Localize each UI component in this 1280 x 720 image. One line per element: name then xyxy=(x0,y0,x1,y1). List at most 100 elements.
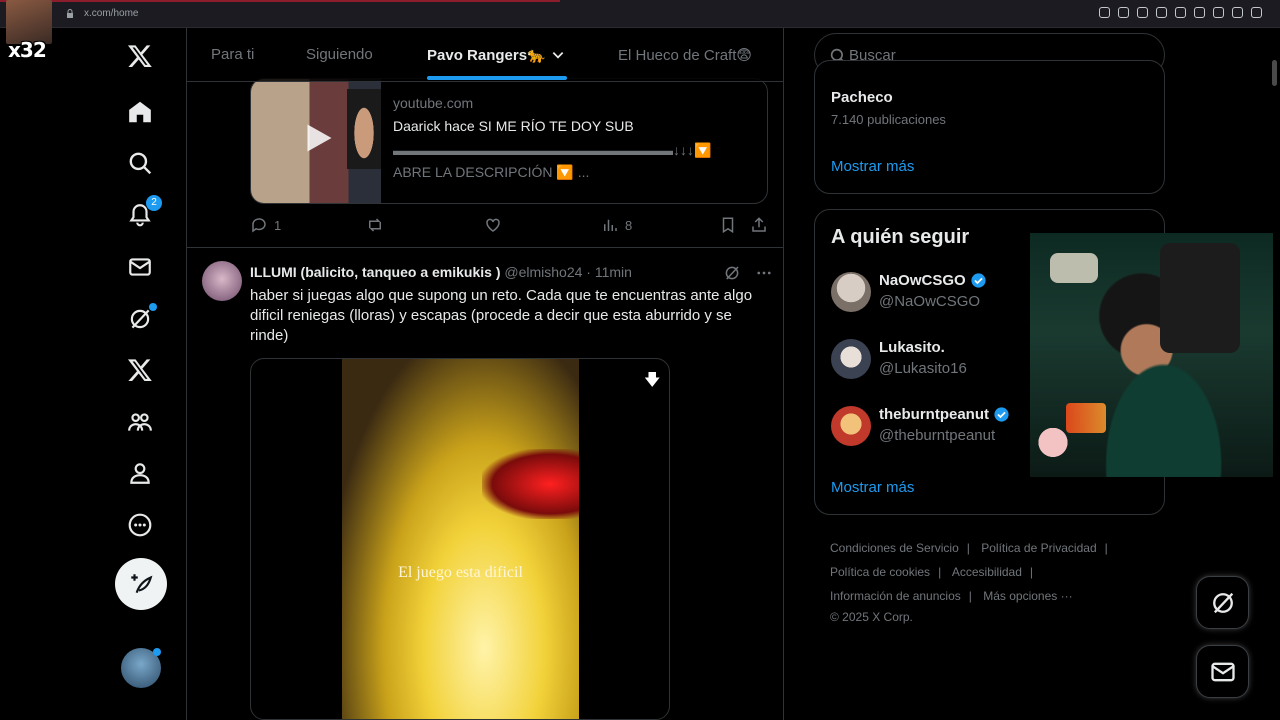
messages-envelope-icon xyxy=(1210,662,1235,681)
user-handle: @Lukasito16 xyxy=(879,360,967,377)
share-icon xyxy=(752,217,766,232)
verified-badge-icon xyxy=(971,273,986,288)
home-icon[interactable] xyxy=(126,98,154,126)
extensions-icon[interactable] xyxy=(1213,7,1224,18)
heart-icon[interactable] xyxy=(1194,7,1205,18)
shield-icon[interactable] xyxy=(1156,7,1167,18)
page-scrollbar[interactable] xyxy=(1272,60,1277,86)
bookmark-button[interactable] xyxy=(719,216,737,234)
active-tab-indicator xyxy=(427,76,567,80)
webcam-chair xyxy=(1160,243,1240,353)
user-avatar[interactable] xyxy=(831,406,871,446)
lock-icon xyxy=(67,9,73,18)
card-title: Daarick hace SI ME RÍO TE DOY SUB xyxy=(393,118,634,134)
user-name-text: Lukasito. xyxy=(879,339,945,356)
account-indicator-dot xyxy=(153,648,161,656)
user-name-text: theburntpeanut xyxy=(879,406,989,423)
tab-el-hueco-de-craft[interactable]: El Hueco de Craft😨 xyxy=(618,46,752,64)
messages-envelope-icon[interactable] xyxy=(126,253,154,281)
user-name-text: NaOwCSGO xyxy=(879,272,966,289)
bookmark-icon[interactable] xyxy=(1137,7,1148,18)
zoom-icon[interactable] xyxy=(1099,7,1110,18)
reply-button[interactable]: 1 xyxy=(250,216,281,234)
webcam-sticker xyxy=(1038,428,1068,464)
post-actions: 1 8 xyxy=(250,216,768,236)
timeline-tabs: Para ti Siguiendo Pavo Rangers🐆 El Hueco… xyxy=(187,28,783,82)
verified-badge-icon xyxy=(994,407,1009,422)
menu-icon[interactable] xyxy=(1251,7,1262,18)
download-icon[interactable] xyxy=(1232,7,1243,18)
post-header: ILLUMI (balicito, tanqueo a emikukis ) @… xyxy=(250,264,632,280)
like-button[interactable] xyxy=(484,216,502,234)
author-avatar[interactable] xyxy=(202,261,242,301)
post-header-actions xyxy=(723,264,773,282)
post-text: haber si juegas algo que supong un reto.… xyxy=(250,287,753,344)
grok-indicator-dot xyxy=(149,303,157,311)
explore-search-icon[interactable] xyxy=(126,149,154,177)
user-avatar[interactable] xyxy=(831,272,871,312)
profile-icon[interactable] xyxy=(126,459,154,487)
views-chart-icon xyxy=(604,219,617,231)
user-name[interactable]: theburntpeanut xyxy=(879,406,1010,423)
multiplier-overlay: x32 xyxy=(8,38,47,62)
chevron-down-icon[interactable] xyxy=(551,48,565,62)
x-logo-icon[interactable] xyxy=(126,42,154,70)
card-description: ▬▬▬▬▬▬▬▬▬▬▬▬▬▬▬▬▬▬▬▬↓↓↓🔽 ABRE LA DESCRIP… xyxy=(393,142,712,180)
footer-link[interactable]: Política de cookies xyxy=(830,565,930,579)
compose-post-button[interactable] xyxy=(115,558,167,610)
communities-icon[interactable] xyxy=(126,408,154,436)
tab-siguiendo[interactable]: Siguiendo xyxy=(306,46,373,63)
who-to-follow-show-more-link[interactable]: Mostrar más xyxy=(831,479,914,496)
trend-post-count: 7.140 publicaciones xyxy=(831,112,946,127)
premium-x-icon[interactable] xyxy=(126,356,154,384)
pin-icon[interactable] xyxy=(1118,7,1129,18)
notifications-bell-icon[interactable]: 2 xyxy=(126,195,162,229)
download-arrow-icon[interactable]: 🡇 xyxy=(644,369,660,396)
footer-link[interactable]: Información de anuncios xyxy=(830,589,961,603)
webcam-leds xyxy=(1066,403,1106,433)
webcam-lamp xyxy=(1050,253,1098,283)
repost-icon xyxy=(369,218,381,232)
browser-toolbar: x.com/home xyxy=(0,0,1280,28)
author-name[interactable]: ILLUMI (balicito, tanqueo a emikukis ) xyxy=(250,264,500,280)
footer-link[interactable]: Accesibilidad xyxy=(952,565,1022,579)
card-domain: youtube.com xyxy=(393,95,474,111)
notifications-badge: 2 xyxy=(146,195,162,211)
link-preview-card[interactable]: youtube.com Daarick hace SI ME RÍO TE DO… xyxy=(250,78,768,204)
author-handle[interactable]: @elmisho24 xyxy=(504,264,582,280)
loading-line xyxy=(0,0,560,2)
user-handle: @NaOwCSGO xyxy=(879,293,981,310)
footer-links: Condiciones de Servicio | Política de Pri… xyxy=(830,536,1130,626)
tab-pavo-rangers[interactable]: Pavo Rangers🐆 xyxy=(427,46,546,64)
user-handle: @theburntpeanut xyxy=(879,427,996,444)
account-avatar[interactable] xyxy=(121,648,161,688)
grok-icon[interactable] xyxy=(723,264,741,282)
trends-show-more-link[interactable]: Mostrar más xyxy=(831,158,914,175)
grok-floating-button[interactable] xyxy=(1196,576,1249,629)
user-name[interactable]: NaOwCSGO xyxy=(879,272,987,289)
video-subtitle: El juego esta dificil xyxy=(398,564,523,581)
play-icon xyxy=(307,124,332,152)
tab-para-ti[interactable]: Para ti xyxy=(211,46,254,63)
share-button[interactable] xyxy=(750,216,768,234)
grok-icon[interactable] xyxy=(126,303,157,333)
more-horizontal-icon[interactable] xyxy=(755,264,773,282)
thumbnail-face xyxy=(347,89,381,169)
repost-button[interactable] xyxy=(366,216,384,234)
user-name[interactable]: Lukasito. xyxy=(879,339,945,356)
trend-name[interactable]: Pacheco xyxy=(831,89,893,106)
user-avatar[interactable] xyxy=(831,339,871,379)
messages-floating-button[interactable] xyxy=(1196,645,1249,698)
who-to-follow-title: A quién seguir xyxy=(831,226,970,248)
more-options-icon[interactable] xyxy=(126,511,154,539)
post-time[interactable]: · 11min xyxy=(586,264,632,280)
play-icon[interactable] xyxy=(1175,7,1186,18)
views-button[interactable]: 8 xyxy=(601,216,632,234)
address-bar[interactable]: x.com/home xyxy=(84,8,138,19)
post-video[interactable]: El juego esta dificil 🡇 xyxy=(250,358,670,720)
views-count: 8 xyxy=(625,217,633,233)
post-separator xyxy=(187,247,783,248)
footer-link[interactable]: Condiciones de Servicio xyxy=(830,541,959,555)
footer-link[interactable]: Política de Privacidad xyxy=(981,541,1096,555)
footer-more-options[interactable]: Más opciones ··· xyxy=(983,589,1072,603)
